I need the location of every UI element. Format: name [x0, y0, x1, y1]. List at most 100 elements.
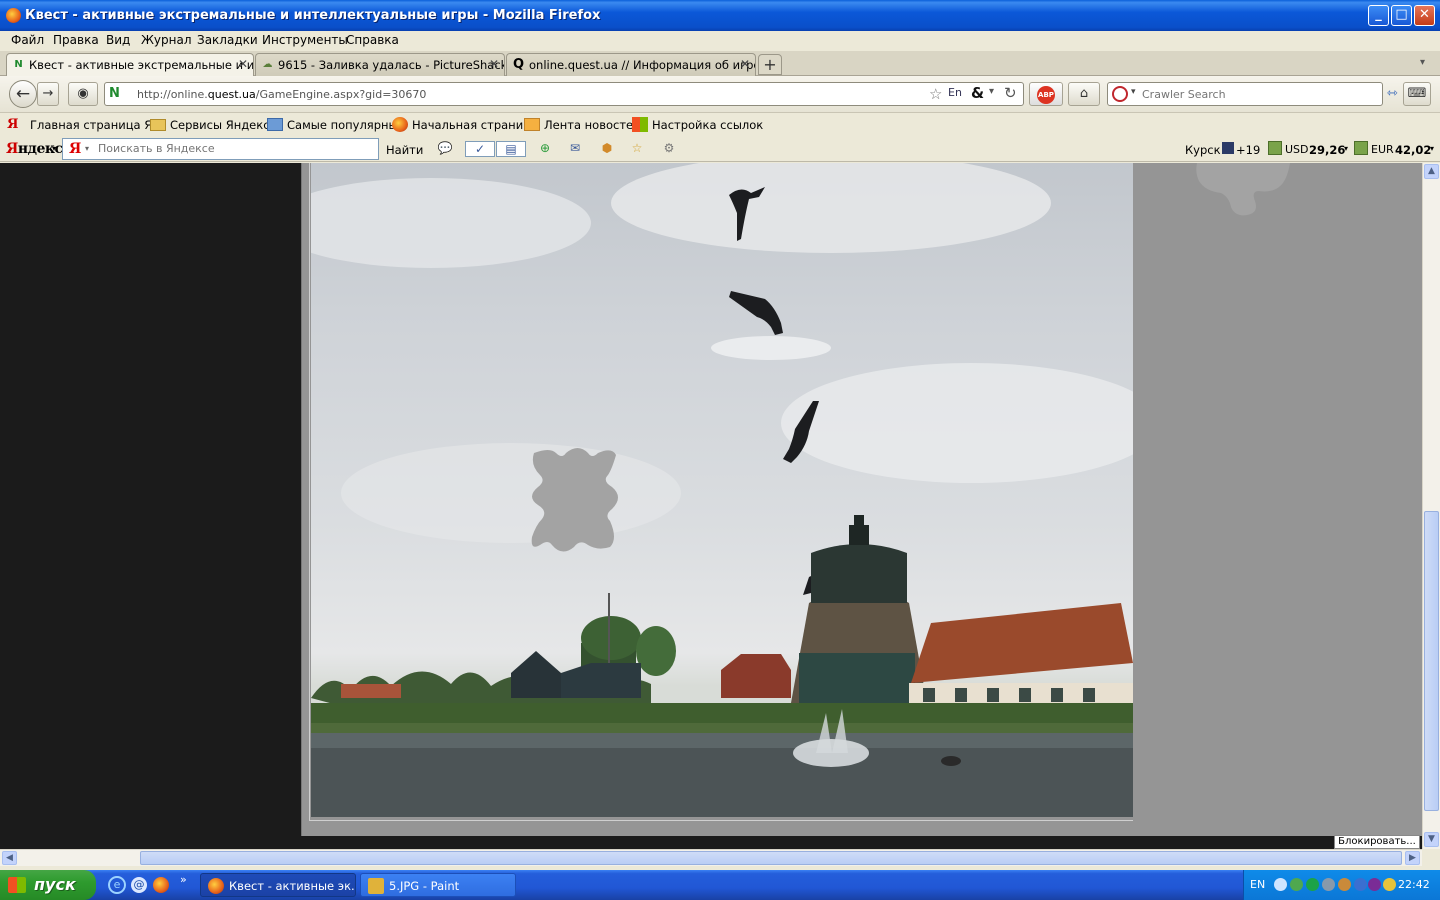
taskbar: пуск e @ » Квест - активные эк... 5.JPG …: [0, 870, 1440, 900]
block-popup-button[interactable]: Блокировать...: [1334, 835, 1420, 849]
eur-label[interactable]: EUR: [1371, 143, 1394, 156]
ie-icon[interactable]: e: [108, 876, 126, 894]
system-tray: EN 22:42: [1243, 870, 1440, 900]
yandex-menu-chevron-icon[interactable]: ▾: [52, 144, 56, 153]
star-icon[interactable]: ☆: [929, 85, 942, 103]
address-bar[interactable]: N http://online.quest.ua/GameEngine.aspx…: [104, 82, 1024, 106]
language-indicator[interactable]: EN: [1250, 878, 1265, 891]
yandex-search-field[interactable]: Я ▾: [62, 138, 379, 160]
taskbar-item-paint[interactable]: 5.JPG - Paint: [360, 873, 516, 897]
menu-history[interactable]: Журнал: [141, 33, 192, 47]
history-button[interactable]: ◉: [68, 82, 98, 106]
bookmark-yandex-services[interactable]: Сервисы Яндекса: [170, 118, 277, 132]
ampersand-icon[interactable]: &: [971, 84, 984, 102]
menu-view[interactable]: Вид: [106, 33, 130, 47]
yandex-search-input[interactable]: [98, 142, 368, 155]
keyboard-icon: ⌨: [1407, 86, 1427, 101]
currency-chart-icon: [1354, 141, 1368, 155]
eur-dropdown-icon[interactable]: ▾: [1430, 144, 1434, 153]
tab-quest[interactable]: N Квест - активные экстремальные и ин...…: [6, 53, 254, 77]
bookmark-yandex-home[interactable]: Главная страница Я...: [30, 118, 163, 132]
horizontal-scrollbar[interactable]: ◀ ▶: [0, 849, 1422, 866]
bookmark-start-page[interactable]: Начальная страница: [412, 118, 538, 132]
puzzle-piece[interactable]: [1195, 163, 1292, 217]
taskbar-item-firefox[interactable]: Квест - активные эк...: [200, 873, 356, 897]
close-button[interactable]: ✕: [1414, 5, 1435, 26]
translate-page-icon[interactable]: ▤: [496, 141, 526, 157]
tab-close-icon[interactable]: ✕: [489, 57, 499, 71]
bookmark-link-settings[interactable]: Настройка ссылок: [652, 118, 763, 132]
reload-icon[interactable]: ↻: [1004, 84, 1017, 102]
puzzle-piece[interactable]: [528, 447, 623, 555]
new-tab-button[interactable]: +: [758, 54, 782, 75]
navigation-bar: ← → ◉ N http://online.quest.ua/GameEngin…: [0, 76, 1440, 113]
minimize-button[interactable]: _: [1368, 5, 1389, 26]
scroll-left-icon[interactable]: ◀: [2, 851, 17, 865]
weather-temperature[interactable]: +19: [1236, 143, 1260, 157]
yandex-dropdown-icon[interactable]: ▾: [85, 144, 89, 153]
window-titlebar[interactable]: Квест - активные экстремальные и интелле…: [0, 0, 1440, 31]
back-button[interactable]: ←: [9, 80, 37, 108]
scroll-right-icon[interactable]: ▶: [1405, 851, 1420, 865]
tray-speaker-icon[interactable]: [1322, 878, 1335, 891]
go-icon[interactable]: ⊕: [536, 141, 554, 157]
scroll-up-icon[interactable]: ▲: [1424, 164, 1439, 179]
tray-icq-icon[interactable]: [1306, 878, 1319, 891]
usd-dropdown-icon[interactable]: ▾: [1344, 144, 1348, 153]
tray-network-icon[interactable]: [1290, 878, 1303, 891]
search-engine-dropdown-icon[interactable]: ▾: [1131, 87, 1136, 97]
money-icon[interactable]: ⬢: [598, 141, 616, 157]
bookmark-most-popular[interactable]: Самые популярные: [287, 118, 405, 132]
tab-close-icon[interactable]: ✕: [740, 57, 750, 71]
comment-icon[interactable]: 💬: [436, 141, 454, 157]
vertical-scroll-thumb[interactable]: [1424, 511, 1439, 811]
settings-gear-icon[interactable]: ⚙: [660, 141, 678, 157]
sidebar-button[interactable]: ⌨: [1403, 82, 1431, 106]
translate-icon[interactable]: En: [948, 86, 962, 99]
start-button[interactable]: пуск: [0, 870, 96, 900]
tray-yandex-icon[interactable]: [1383, 878, 1396, 891]
forward-button[interactable]: →: [37, 82, 59, 106]
menu-help[interactable]: Справка: [346, 33, 399, 47]
yandex-find-button[interactable]: Найти: [386, 143, 423, 157]
tab-close-icon[interactable]: ✕: [238, 57, 248, 71]
tab-list-chevron-icon[interactable]: ▾: [1420, 57, 1425, 68]
favorites-star-icon[interactable]: ☆: [628, 141, 646, 157]
home-button[interactable]: ⌂: [1068, 82, 1100, 106]
spellcheck-icon[interactable]: ✓: [465, 141, 495, 157]
city-label[interactable]: Курск: [1185, 143, 1221, 157]
quicklaunch-more-icon[interactable]: »: [180, 873, 187, 886]
vertical-scrollbar[interactable]: ▲ ▼: [1422, 163, 1440, 849]
currency-chart-icon: [1268, 141, 1282, 155]
paint-icon: [368, 878, 384, 894]
picture-icon: ☁: [262, 59, 273, 70]
scroll-down-icon[interactable]: ▼: [1424, 832, 1439, 847]
tab-pictureshack[interactable]: ☁ 9615 - Заливка удалась - PictureShack.…: [255, 53, 505, 76]
url-text[interactable]: http://online.quest.ua/GameEngine.aspx?g…: [137, 88, 426, 101]
maximize-button[interactable]: □: [1391, 5, 1412, 26]
popular-icon: [267, 118, 283, 131]
tray-bluetooth-icon[interactable]: [1368, 878, 1381, 891]
menu-tools[interactable]: Инструменты: [262, 33, 348, 47]
mail-icon[interactable]: ✉: [566, 141, 584, 157]
dropdown-arrow-icon[interactable]: ▾: [989, 86, 994, 97]
search-toggle-icon[interactable]: ⇿: [1387, 86, 1398, 101]
bookmark-news-feed[interactable]: Лента новостей: [544, 118, 641, 132]
menu-edit[interactable]: Правка: [53, 33, 99, 47]
tray-back-icon[interactable]: [1274, 878, 1287, 891]
usd-label[interactable]: USD: [1285, 143, 1309, 156]
search-input[interactable]: [1142, 86, 1372, 102]
menu-bookmarks[interactable]: Закладки: [197, 33, 258, 47]
menu-file[interactable]: Файл: [11, 33, 44, 47]
tab-online-quest[interactable]: Q online.quest.ua // Информация об игре …: [506, 53, 756, 76]
usd-rate[interactable]: 29,26: [1309, 143, 1345, 157]
tray-phone-icon[interactable]: [1354, 878, 1367, 891]
search-bar[interactable]: ▾: [1107, 82, 1383, 106]
eur-rate[interactable]: 42,02: [1395, 143, 1431, 157]
tray-app-icon[interactable]: [1338, 878, 1351, 891]
adblock-button[interactable]: ABP: [1029, 82, 1063, 106]
horizontal-scroll-thumb[interactable]: [140, 851, 1402, 865]
crawler-icon[interactable]: [1112, 86, 1128, 102]
outlook-icon[interactable]: @: [131, 877, 147, 893]
firefox-icon[interactable]: [153, 877, 169, 893]
